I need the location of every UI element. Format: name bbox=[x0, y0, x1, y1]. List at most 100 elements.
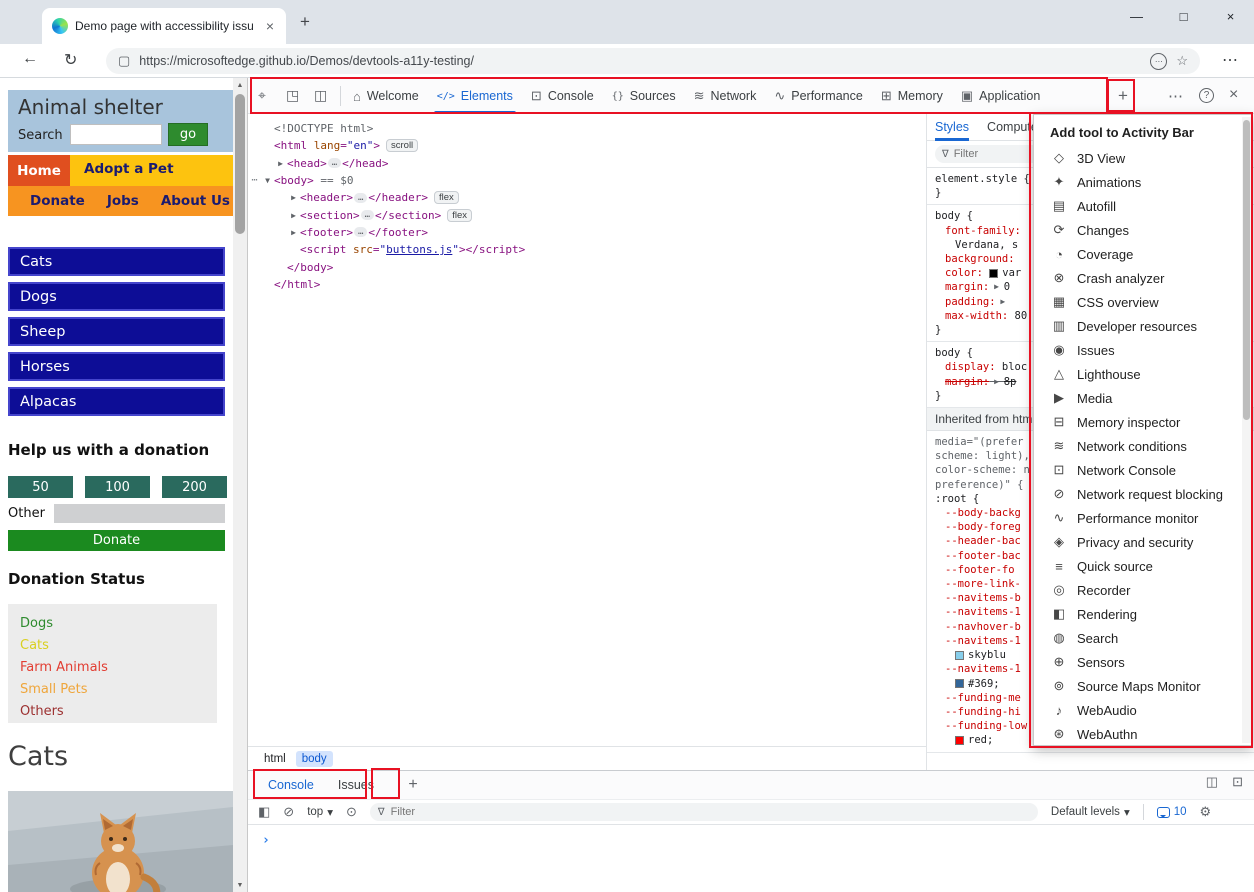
tree-line[interactable]: ⋯ ▼ <body> == $0 bbox=[248, 172, 926, 189]
expand-ellipsis[interactable]: … bbox=[327, 158, 342, 169]
nav-link-home[interactable]: Home bbox=[8, 155, 70, 186]
clear-console-icon[interactable]: ⊘ bbox=[283, 804, 294, 820]
color-swatch[interactable] bbox=[955, 735, 964, 745]
site-info-icon[interactable]: ▢ bbox=[118, 53, 130, 69]
menu-scrollbar[interactable] bbox=[1242, 117, 1251, 743]
default-levels-dropdown[interactable]: Default levels ▾ bbox=[1051, 805, 1130, 819]
styles-filter-input[interactable] bbox=[953, 148, 1024, 160]
console-filter-input[interactable] bbox=[390, 806, 591, 818]
console-settings-gear-icon[interactable]: ⚙ bbox=[1200, 804, 1212, 820]
color-swatch[interactable] bbox=[955, 650, 964, 660]
menu-item-network-request-blocking[interactable]: ⊘ Network request blocking bbox=[1034, 482, 1252, 506]
dock-drawer-icon[interactable]: ⊡ bbox=[1232, 774, 1243, 790]
color-swatch[interactable] bbox=[989, 268, 999, 278]
menu-item-lighthouse[interactable]: △ Lighthouse bbox=[1034, 362, 1252, 386]
address-bar[interactable]: ▢ https://microsoftedge.github.io/Demos/… bbox=[106, 48, 1200, 74]
add-drawer-tool-button[interactable]: + bbox=[402, 774, 424, 796]
url-text[interactable]: https://microsoftedge.github.io/Demos/de… bbox=[139, 54, 1141, 68]
scroll-up-icon[interactable]: ▲ bbox=[233, 78, 247, 92]
new-tab-button[interactable]: + bbox=[300, 12, 310, 32]
category-button-sheep[interactable]: Sheep bbox=[8, 317, 225, 346]
expand-ellipsis[interactable]: … bbox=[353, 227, 368, 238]
menu-item-coverage[interactable]: ◔ Coverage bbox=[1034, 242, 1252, 266]
amount-button-200[interactable]: 200 bbox=[162, 476, 227, 498]
scroll-down-icon[interactable]: ▼ bbox=[233, 878, 247, 892]
badge-flex[interactable]: flex bbox=[447, 208, 473, 222]
tree-line[interactable]: ▶ <section>… </section> flex bbox=[248, 206, 926, 223]
menu-item-issues[interactable]: ◉ Issues bbox=[1034, 338, 1252, 362]
menu-item-autofill[interactable]: ▤ Autofill bbox=[1034, 194, 1252, 218]
tree-line[interactable]: ▶ <head>… </head> bbox=[248, 155, 926, 172]
tab-styles[interactable]: Styles bbox=[935, 114, 970, 141]
tree-line[interactable]: </body> bbox=[248, 258, 926, 275]
favorites-star-icon[interactable]: ☆ bbox=[1176, 53, 1188, 69]
panel-layout-icon[interactable]: ◫ bbox=[314, 87, 327, 104]
tab-console[interactable]: Console bbox=[264, 771, 318, 799]
badge-scroll[interactable]: scroll bbox=[386, 139, 419, 153]
menu-item-changes[interactable]: ⟳ Changes bbox=[1034, 218, 1252, 242]
minimize-button[interactable]: — bbox=[1113, 0, 1160, 33]
tab-welcome[interactable]: ⌂ Welcome bbox=[344, 78, 428, 114]
tab-network[interactable]: ≋ Network bbox=[685, 78, 766, 114]
menu-item-3d-view[interactable]: ◇ 3D View bbox=[1034, 146, 1252, 170]
donate-button[interactable]: Donate bbox=[8, 530, 225, 551]
menu-item-quick-source[interactable]: ≡ Quick source bbox=[1034, 554, 1252, 578]
device-emulation-icon[interactable]: ◳ bbox=[286, 87, 299, 104]
menu-item-webauthn[interactable]: ⊛ WebAuthn bbox=[1034, 722, 1252, 745]
tab-performance[interactable]: ∿ Performance bbox=[765, 78, 871, 114]
tree-line[interactable]: ▶ <header>… </header> flex bbox=[248, 189, 926, 206]
context-selector[interactable]: top ▾ bbox=[307, 805, 333, 819]
scrollbar-thumb[interactable] bbox=[235, 94, 245, 234]
tab-elements[interactable]: </> Elements bbox=[428, 78, 522, 114]
nav-link-about-us[interactable]: About Us bbox=[161, 193, 230, 209]
category-button-cats[interactable]: Cats bbox=[8, 247, 225, 276]
tab-sources[interactable]: {} Sources bbox=[603, 78, 685, 114]
category-button-dogs[interactable]: Dogs bbox=[8, 282, 225, 311]
menu-item-source-maps-monitor[interactable]: ⊚ Source Maps Monitor bbox=[1034, 674, 1252, 698]
color-swatch[interactable] bbox=[955, 679, 964, 689]
customize-devtools-icon[interactable]: ⋯ bbox=[1168, 87, 1183, 105]
close-window-button[interactable]: × bbox=[1207, 0, 1254, 33]
expand-quick-view-icon[interactable]: ◫ bbox=[1206, 774, 1218, 790]
breadcrumb-html[interactable]: html bbox=[258, 751, 292, 767]
nav-link-donate[interactable]: Donate bbox=[30, 193, 85, 209]
close-devtools-icon[interactable]: × bbox=[1229, 86, 1238, 104]
tree-line[interactable]: <!DOCTYPE html> bbox=[248, 120, 926, 137]
menu-item-webaudio[interactable]: ♪ WebAudio bbox=[1034, 698, 1252, 722]
category-button-horses[interactable]: Horses bbox=[8, 352, 225, 381]
amount-button-100[interactable]: 100 bbox=[85, 476, 150, 498]
category-button-alpacas[interactable]: Alpacas bbox=[8, 387, 225, 416]
settings-menu-icon[interactable]: ⋯ bbox=[1222, 50, 1238, 70]
menu-item-rendering[interactable]: ◧ Rendering bbox=[1034, 602, 1252, 626]
amount-button-50[interactable]: 50 bbox=[8, 476, 73, 498]
tree-line[interactable]: ▶ <footer>… </footer> bbox=[248, 224, 926, 241]
tree-line[interactable]: <script src = " buttons.js " > </script> bbox=[248, 241, 926, 258]
console-prompt[interactable]: › bbox=[262, 833, 270, 848]
menu-item-sensors[interactable]: ⊕ Sensors bbox=[1034, 650, 1252, 674]
breadcrumb-body[interactable]: body bbox=[295, 750, 333, 767]
badge-flex[interactable]: flex bbox=[434, 191, 459, 205]
tab-console[interactable]: ⊡ Console bbox=[522, 78, 603, 114]
menu-item-media[interactable]: ▶ Media bbox=[1034, 386, 1252, 410]
help-icon[interactable]: ? bbox=[1199, 88, 1214, 103]
menu-item-memory-inspector[interactable]: ⊟ Memory inspector bbox=[1034, 410, 1252, 434]
menu-item-recorder[interactable]: ◎ Recorder bbox=[1034, 578, 1252, 602]
maximize-button[interactable]: □ bbox=[1160, 0, 1207, 33]
menu-item-privacy-and-security[interactable]: ◈ Privacy and security bbox=[1034, 530, 1252, 554]
expand-ellipsis[interactable]: … bbox=[353, 192, 368, 203]
menu-item-animations[interactable]: ✦ Animations bbox=[1034, 170, 1252, 194]
inspect-icon[interactable]: ⌖ bbox=[258, 87, 266, 104]
expand-ellipsis[interactable]: … bbox=[360, 210, 375, 221]
other-amount-input[interactable] bbox=[54, 504, 225, 523]
tab-memory[interactable]: ⊞ Memory bbox=[872, 78, 952, 114]
console-messages-badge[interactable]: 10 bbox=[1156, 806, 1187, 818]
menu-item-crash-analyzer[interactable]: ⊗ Crash analyzer bbox=[1034, 266, 1252, 290]
browser-essentials-icon[interactable]: ⋯ bbox=[1150, 52, 1168, 70]
tree-line[interactable]: </html> bbox=[248, 276, 926, 293]
search-go-button[interactable]: go bbox=[168, 123, 208, 146]
tab-application[interactable]: ▣ Application bbox=[952, 78, 1049, 114]
nav-link-adopt-a-pet[interactable]: Adopt a Pet bbox=[84, 161, 174, 177]
menu-item-network-conditions[interactable]: ≋ Network conditions bbox=[1034, 434, 1252, 458]
styles-filter[interactable]: ∇ bbox=[935, 145, 1047, 163]
menu-item-performance-monitor[interactable]: ∿ Performance monitor bbox=[1034, 506, 1252, 530]
